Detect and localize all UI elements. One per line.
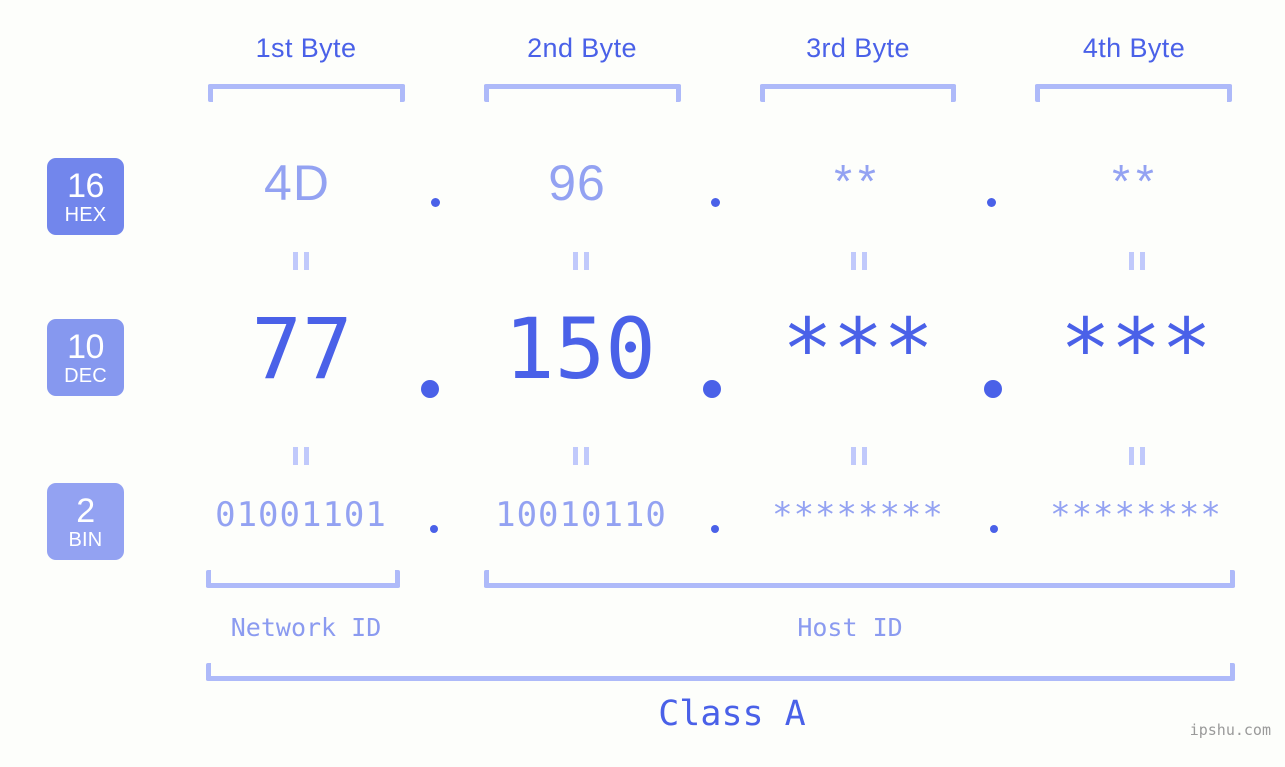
hex-byte-4: ** — [1112, 155, 1160, 207]
network-id-label: Network ID — [230, 613, 382, 642]
byte-header-3: 3rd Byte — [806, 33, 910, 63]
dec-byte-1: 77 — [251, 300, 353, 398]
host-id-label: Host ID — [797, 613, 903, 642]
equals-icon-dec-bin-1 — [288, 447, 314, 465]
dec-byte-3: *** — [782, 300, 934, 398]
equals-icon-dec-bin-2 — [568, 447, 594, 465]
class-label: Class A — [658, 694, 806, 734]
hex-byte-3: ** — [834, 155, 882, 207]
dec-separator-dot-1 — [421, 380, 439, 398]
hex-separator-dot-2 — [711, 198, 720, 207]
equals-icon-hex-dec-1 — [288, 252, 314, 270]
dec-byte-4: *** — [1060, 300, 1212, 398]
dec-byte-2: 150 — [504, 300, 656, 398]
base-badge-bin-number: 2 — [76, 491, 95, 530]
base-badge-hex-abbr: HEX — [64, 203, 107, 226]
equals-icon-hex-dec-4 — [1124, 252, 1150, 270]
hex-byte-1: 4D — [264, 155, 330, 211]
byte-bracket-3 — [760, 84, 956, 102]
class-bracket — [206, 663, 1235, 681]
byte-bracket-2 — [484, 84, 681, 102]
base-badge-dec-abbr: DEC — [64, 364, 107, 387]
hex-byte-2: 96 — [548, 155, 606, 211]
base-badge-bin: 2 BIN — [47, 483, 124, 560]
base-badge-hex-number: 16 — [67, 166, 104, 205]
byte-header-2: 2nd Byte — [527, 33, 637, 63]
bin-byte-2: 10010110 — [495, 495, 667, 535]
ip-address-breakdown-diagram: 1st Byte 2nd Byte 3rd Byte 4th Byte 16 H… — [0, 0, 1285, 767]
dec-separator-dot-3 — [984, 380, 1002, 398]
bin-separator-dot-2 — [711, 525, 719, 533]
bin-byte-3: ******** — [772, 495, 944, 535]
base-badge-bin-abbr: BIN — [68, 528, 103, 551]
bin-separator-dot-1 — [430, 525, 438, 533]
bin-separator-dot-3 — [990, 525, 998, 533]
equals-icon-dec-bin-3 — [846, 447, 872, 465]
bin-byte-1: 01001101 — [215, 495, 387, 535]
watermark: ipshu.com — [1189, 721, 1271, 739]
equals-icon-hex-dec-3 — [846, 252, 872, 270]
dec-separator-dot-2 — [703, 380, 721, 398]
base-badge-hex: 16 HEX — [47, 158, 124, 235]
equals-icon-dec-bin-4 — [1124, 447, 1150, 465]
equals-icon-hex-dec-2 — [568, 252, 594, 270]
hex-separator-dot-1 — [431, 198, 440, 207]
byte-header-1: 1st Byte — [255, 33, 357, 63]
byte-bracket-1 — [208, 84, 405, 102]
base-badge-dec-number: 10 — [67, 327, 104, 366]
byte-header-4: 4th Byte — [1082, 33, 1186, 63]
network-id-bracket — [206, 570, 400, 588]
host-id-bracket — [484, 570, 1235, 588]
byte-bracket-4 — [1035, 84, 1232, 102]
base-badge-dec: 10 DEC — [47, 319, 124, 396]
hex-separator-dot-3 — [987, 198, 996, 207]
bin-byte-4: ******** — [1050, 495, 1222, 535]
